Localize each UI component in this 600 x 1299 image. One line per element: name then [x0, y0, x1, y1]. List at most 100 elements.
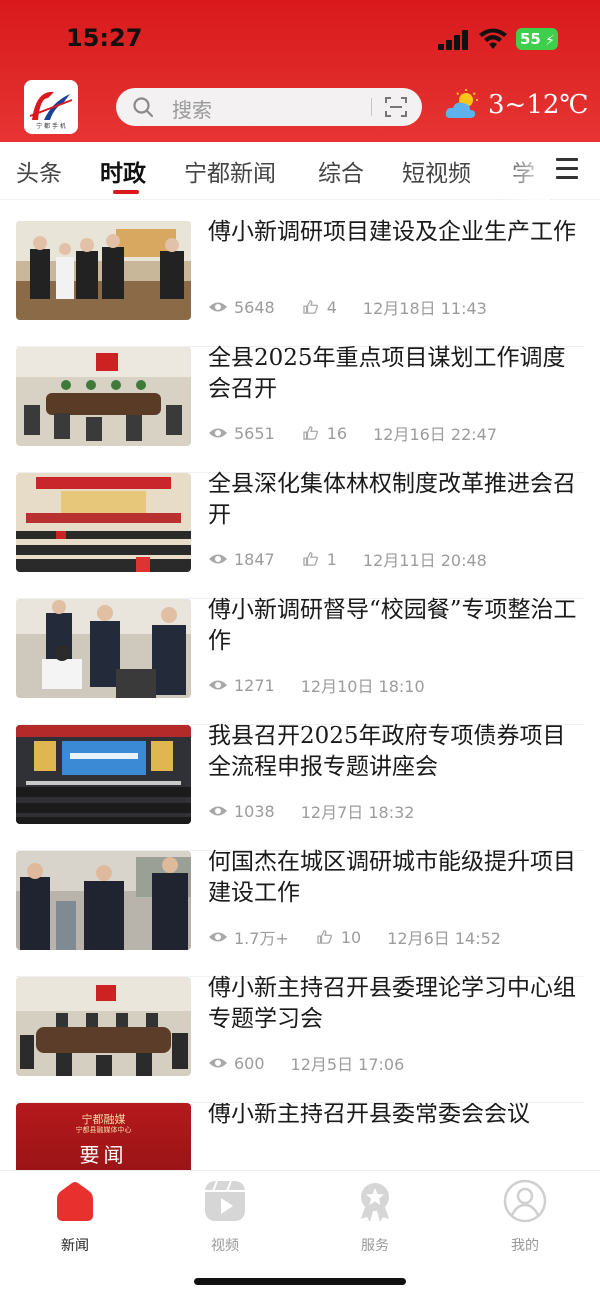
news-thumbnail[interactable] — [16, 347, 191, 446]
search-placeholder: 搜索 — [172, 98, 212, 122]
view-count: 1038 — [234, 801, 275, 821]
news-thumbnail[interactable] — [16, 977, 191, 1076]
profile-icon — [503, 1179, 547, 1223]
news-item[interactable]: 傅小新调研督导“校园餐”专项整治工作 1271 12月10日 18:10 — [0, 597, 600, 725]
video-icon — [205, 1180, 245, 1221]
nav-video[interactable]: 视频 — [165, 1179, 285, 1255]
nav-profile[interactable]: 我的 — [465, 1179, 585, 1255]
like-icon[interactable] — [301, 426, 321, 440]
publish-date: 12月18日 11:43 — [362, 299, 487, 318]
scan-icon[interactable] — [384, 95, 408, 119]
news-item[interactable]: 傅小新主持召开县委理论学习中心组专题学习会 600 12月5日 17:06 — [0, 975, 600, 1103]
publish-date: 12月10日 18:10 — [300, 677, 425, 696]
views-icon — [209, 554, 227, 564]
charging-bolt-icon: ⚡ — [545, 33, 555, 49]
home-icon — [57, 1182, 93, 1221]
news-item[interactable]: 宁都融媒 宁都县融媒体中心 要闻 傅小新主持召开县委常委会会议 — [0, 1103, 600, 1170]
news-title[interactable]: 傅小新主持召开县委常委会会议 — [208, 1103, 583, 1130]
publish-date: 12月11日 20:48 — [362, 551, 487, 570]
news-item[interactable]: 全县深化集体林权制度改革推进会召开 1847 1 12月11日 20:48 — [0, 471, 600, 599]
news-meta: 1.7万+ 10 12月6日 14:52 — [208, 925, 505, 948]
views-icon — [209, 302, 227, 312]
news-item[interactable]: 傅小新调研项目建设及企业生产工作 5648 4 12月18日 11:43 — [0, 219, 600, 347]
battery-indicator: 55 ⚡ — [516, 28, 558, 50]
service-icon — [361, 1183, 389, 1222]
publish-date: 12月5日 17:06 — [290, 1055, 405, 1074]
view-count: 1.7万+ — [234, 929, 289, 948]
news-thumbnail[interactable] — [16, 725, 191, 824]
tab-headlines[interactable]: 头条 — [16, 154, 62, 188]
views-icon — [209, 806, 227, 816]
menu-icon[interactable] — [556, 158, 578, 179]
logo-text: 宁 都 手 机 — [36, 122, 66, 130]
nav-news[interactable]: 新闻 — [15, 1179, 135, 1255]
like-count: 4 — [326, 297, 337, 317]
view-count: 1271 — [234, 675, 275, 695]
logo-mark-icon: 宁 都 手 机 — [29, 91, 73, 130]
news-meta: 600 12月5日 17:06 — [208, 1051, 408, 1074]
like-count: 1 — [326, 549, 337, 569]
app-header: 15:27 55 ⚡ 宁 都 手 机 搜索 3~12℃ — [0, 0, 600, 142]
active-tab-indicator — [113, 190, 139, 194]
publish-date: 12月7日 18:32 — [300, 803, 415, 822]
view-count: 600 — [234, 1053, 265, 1073]
nav-label-profile: 我的 — [511, 1238, 539, 1254]
views-icon — [209, 1058, 227, 1068]
news-meta: 1271 12月10日 18:10 — [208, 673, 429, 696]
news-title[interactable]: 我县召开2025年政府专项债券项目全流程申报专题讲座会 — [208, 721, 583, 783]
publish-date: 12月16日 22:47 — [373, 425, 497, 444]
news-thumbnail[interactable] — [16, 599, 191, 698]
news-item[interactable]: 我县召开2025年政府专项债券项目全流程申报专题讲座会 1038 12月7日 18… — [0, 723, 600, 851]
partly-cloudy-icon — [445, 89, 478, 118]
view-count: 5651 — [234, 423, 275, 443]
like-icon[interactable] — [315, 930, 335, 944]
nav-service[interactable]: 服务 — [315, 1179, 435, 1255]
nav-label-news: 新闻 — [61, 1238, 89, 1254]
news-title[interactable]: 傅小新调研督导“校园餐”专项整治工作 — [208, 595, 583, 657]
battery-level: 55 — [520, 30, 541, 48]
news-thumbnail[interactable] — [16, 851, 191, 950]
app-logo[interactable]: 宁 都 手 机 — [24, 80, 78, 134]
news-meta: 1038 12月7日 18:32 — [208, 799, 418, 822]
status-bar: 15:27 55 ⚡ — [0, 0, 600, 78]
view-count: 5648 — [234, 297, 275, 317]
search-icon — [133, 97, 154, 118]
news-meta: 5651 16 12月16日 22:47 — [208, 421, 501, 444]
tab-politics[interactable]: 时政 — [100, 154, 146, 188]
tab-ningdu-news[interactable]: 宁都新闻 — [184, 154, 276, 188]
news-item[interactable]: 何国杰在城区调研城市能级提升项目建设工作 1.7万+ 10 12月6日 14:52 — [0, 849, 600, 977]
news-title[interactable]: 傅小新主持召开县委理论学习中心组专题学习会 — [208, 973, 583, 1035]
news-thumbnail[interactable] — [16, 473, 191, 572]
home-indicator[interactable] — [194, 1278, 406, 1285]
views-icon — [209, 428, 227, 438]
news-title[interactable]: 全县2025年重点项目谋划工作调度会召开 — [208, 343, 583, 405]
search-divider — [371, 98, 372, 116]
news-title[interactable]: 何国杰在城区调研城市能级提升项目建设工作 — [208, 847, 583, 909]
views-icon — [209, 680, 227, 690]
like-icon[interactable] — [301, 300, 321, 314]
tab-general[interactable]: 综合 — [318, 154, 364, 188]
news-thumbnail[interactable] — [16, 221, 191, 320]
tab-short-video[interactable]: 短视频 — [402, 154, 471, 188]
cellular-signal-icon — [438, 30, 470, 50]
status-time: 15:27 — [66, 24, 143, 52]
like-icon[interactable] — [301, 552, 321, 566]
thumbnail-main-text: 要闻 — [79, 1143, 128, 1167]
wifi-icon — [479, 28, 507, 49]
nav-label-service: 服务 — [361, 1238, 389, 1254]
news-title[interactable]: 傅小新调研项目建设及企业生产工作 — [208, 217, 583, 248]
news-meta: 1847 1 12月11日 20:48 — [208, 547, 491, 570]
like-count: 10 — [340, 927, 362, 947]
news-thumbnail[interactable]: 宁都融媒 宁都县融媒体中心 要闻 — [16, 1103, 191, 1170]
like-count: 16 — [326, 423, 348, 443]
nav-label-video: 视频 — [211, 1238, 239, 1254]
weather-temperature[interactable]: 3~12℃ — [488, 90, 589, 120]
news-item[interactable]: 全县2025年重点项目谋划工作调度会召开 5651 16 12月16日 22:47 — [0, 345, 600, 473]
category-tabs: 头条 时政 宁都新闻 综合 短视频 学 — [0, 142, 600, 200]
news-meta: 5648 4 12月18日 11:43 — [208, 295, 491, 318]
search-bar[interactable]: 搜索 — [116, 88, 422, 126]
views-icon — [209, 932, 227, 942]
publish-date: 12月6日 14:52 — [387, 929, 501, 948]
view-count: 1847 — [234, 549, 275, 569]
news-title[interactable]: 全县深化集体林权制度改革推进会召开 — [208, 469, 583, 531]
